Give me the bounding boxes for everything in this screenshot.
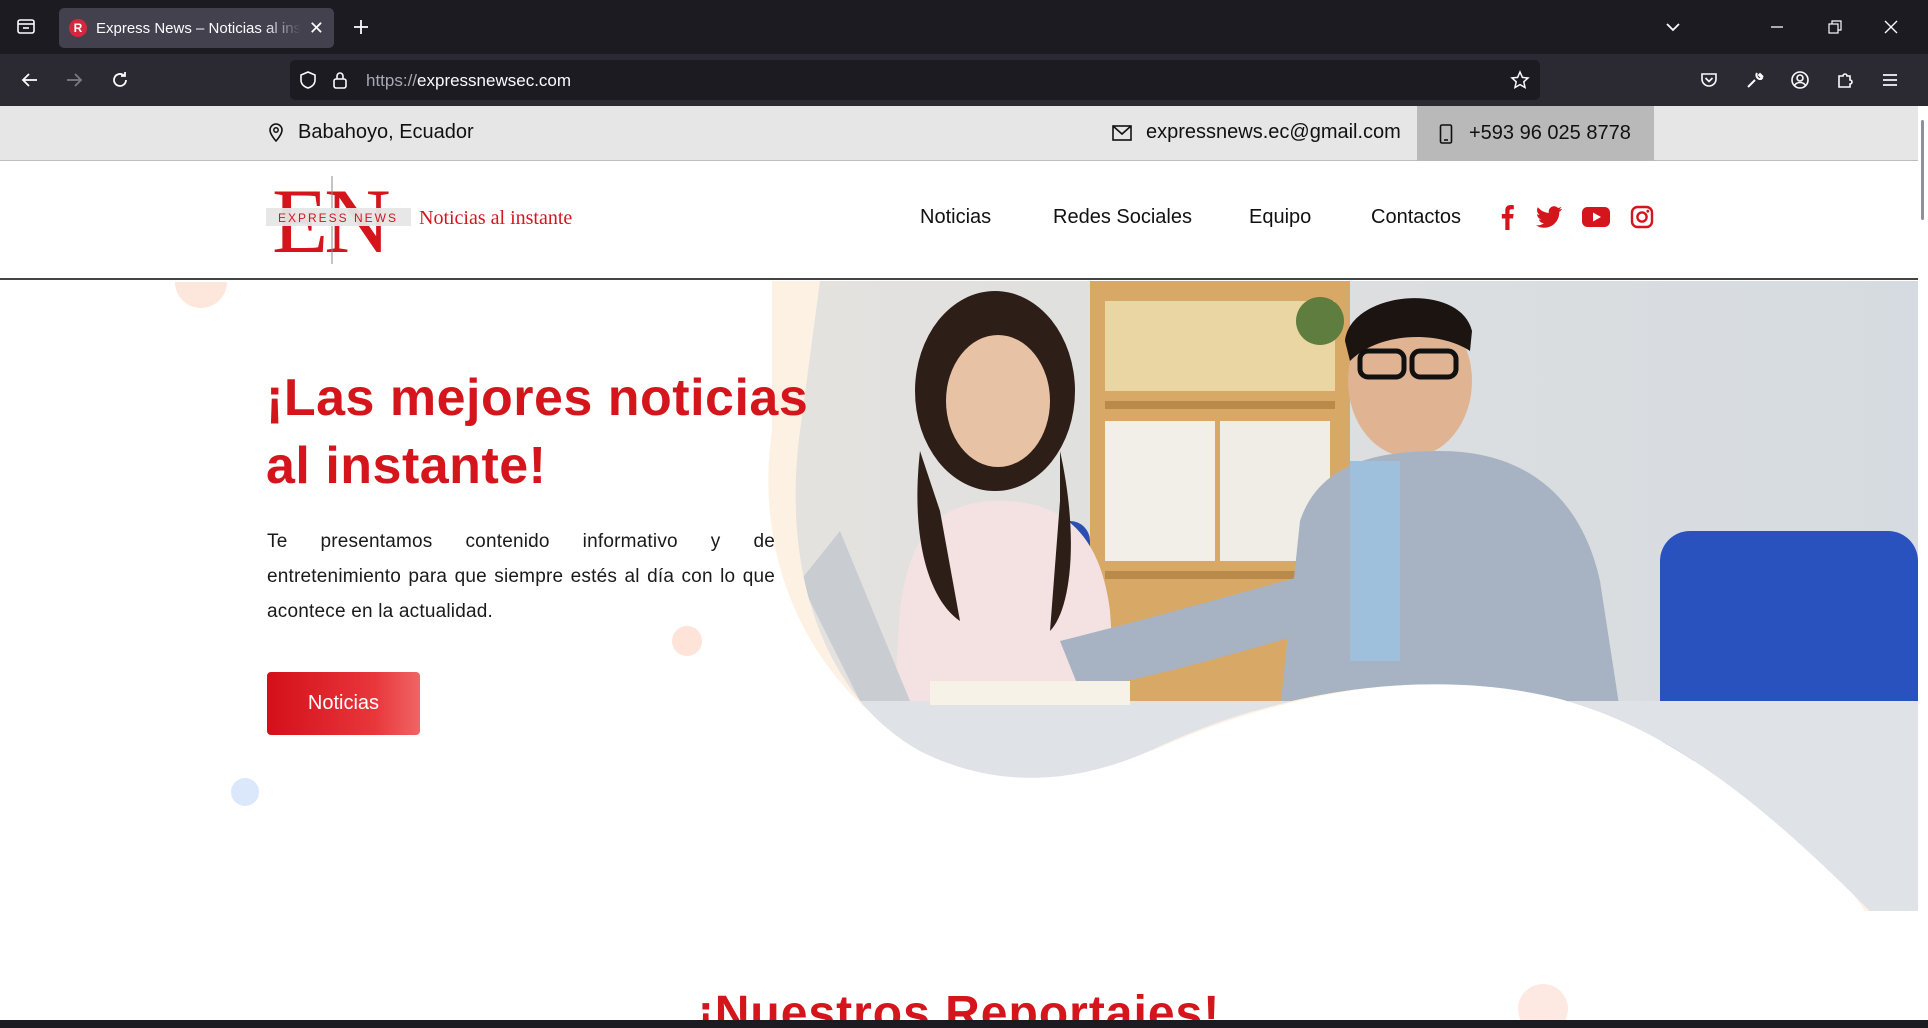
map-pin-icon: [269, 122, 283, 142]
minimize-icon: [1771, 26, 1783, 28]
browser-tab-bar: R Express News – Noticias al instante ✕: [0, 0, 1928, 54]
pocket-icon: [1701, 73, 1717, 87]
nav-link-noticias[interactable]: Noticias: [920, 206, 991, 229]
restore-button[interactable]: [1818, 12, 1852, 42]
phone-text[interactable]: +593 96 025 8778: [1469, 122, 1631, 145]
plus-icon: [354, 20, 368, 34]
window-bottom-edge: [0, 1020, 1928, 1028]
back-button[interactable]: [14, 64, 46, 96]
chevron-down-icon: [1666, 23, 1680, 32]
reload-button[interactable]: [104, 64, 136, 96]
twitter-link[interactable]: [1534, 202, 1564, 232]
youtube-link[interactable]: [1581, 202, 1611, 232]
nav-link-redes-sociales[interactable]: Redes Sociales: [1053, 206, 1192, 229]
tab-list-icon: [17, 19, 35, 34]
url-bar[interactable]: https://expressnewsec.com: [290, 60, 1540, 100]
tab-favicon-icon: R: [69, 19, 87, 37]
star-icon[interactable]: [1510, 70, 1530, 90]
url-text[interactable]: https://expressnewsec.com: [366, 71, 571, 91]
decor-dot-peach-top: [175, 282, 227, 308]
nav-link-equipo[interactable]: Equipo: [1249, 206, 1311, 229]
hero-image: [768, 281, 1918, 911]
mobile-phone-icon: [1439, 123, 1453, 144]
location-info: Babahoyo, Ecuador: [268, 121, 474, 144]
close-window-button[interactable]: [1874, 12, 1908, 42]
arrow-right-icon: [67, 73, 83, 87]
contact-topbar: Babahoyo, Ecuador expressnews.ec@gmail.c…: [0, 106, 1918, 161]
new-tab-button[interactable]: [346, 12, 376, 42]
reportajes-section-title: ¡Nuestros Reportajes!: [697, 987, 1221, 1020]
page-scrollbar[interactable]: [1918, 106, 1928, 1020]
youtube-icon: [1582, 207, 1610, 227]
facebook-link[interactable]: [1492, 202, 1522, 232]
location-text: Babahoyo, Ecuador: [298, 121, 474, 143]
email-info[interactable]: expressnews.ec@gmail.com: [1112, 121, 1401, 144]
shield-icon[interactable]: [298, 70, 318, 90]
logo-tagline: Noticias al instante: [419, 207, 572, 229]
hero-title: ¡Las mejores noticias al instante!: [266, 369, 809, 495]
logo-brand: EXPRESS NEWS: [278, 211, 398, 225]
account-button[interactable]: [1784, 64, 1816, 96]
app-menu-button[interactable]: [1874, 64, 1906, 96]
arrow-left-icon: [21, 73, 37, 87]
tab-list-button[interactable]: [10, 10, 42, 42]
lock-icon[interactable]: [330, 70, 350, 90]
browser-tab[interactable]: R Express News – Noticias al instante ✕: [59, 8, 334, 48]
instagram-link[interactable]: [1627, 202, 1657, 232]
account-icon: [1791, 71, 1809, 89]
hero-noticias-button[interactable]: Noticias: [267, 672, 420, 735]
nav-link-contactos[interactable]: Contactos: [1371, 206, 1461, 229]
facebook-icon: [1501, 205, 1514, 230]
restore-icon: [1828, 20, 1842, 34]
hero-description: Te presentamos contenido informativo y d…: [267, 531, 775, 622]
express-news-logo[interactable]: EN EXPRESS NEWS Noticias al instante: [266, 174, 576, 266]
forward-button[interactable]: [58, 64, 90, 96]
puzzle-icon: [1838, 73, 1853, 88]
envelope-icon: [1112, 124, 1132, 141]
browser-toolbar: https://expressnewsec.com: [0, 54, 1928, 106]
page-viewport: Babahoyo, Ecuador expressnews.ec@gmail.c…: [0, 106, 1918, 1020]
decor-dot-blue: [231, 778, 259, 806]
hamburger-icon: [1883, 74, 1897, 86]
scrollbar-thumb[interactable]: [1921, 120, 1924, 220]
phone-info[interactable]: +593 96 025 8778: [1417, 106, 1654, 161]
wrench-icon: [1747, 72, 1764, 88]
extensions-button[interactable]: [1829, 64, 1861, 96]
site-header: EN EXPRESS NEWS Noticias al instante Not…: [0, 162, 1918, 280]
close-icon: [1884, 20, 1898, 34]
tab-close-icon[interactable]: ✕: [309, 19, 324, 37]
devtools-button[interactable]: [1739, 64, 1771, 96]
tab-title: Express News – Noticias al instante: [96, 19, 301, 37]
url-host: expressnewsec.com: [417, 71, 572, 90]
decor-dot-peach: [672, 626, 702, 656]
minimize-button[interactable]: [1760, 12, 1794, 42]
instagram-icon: [1630, 205, 1654, 229]
reload-icon: [113, 72, 127, 87]
email-text[interactable]: expressnews.ec@gmail.com: [1146, 121, 1401, 144]
list-all-tabs-button[interactable]: [1656, 12, 1690, 42]
pocket-button[interactable]: [1693, 64, 1725, 96]
url-protocol: https://: [366, 71, 418, 90]
twitter-icon: [1536, 206, 1562, 228]
